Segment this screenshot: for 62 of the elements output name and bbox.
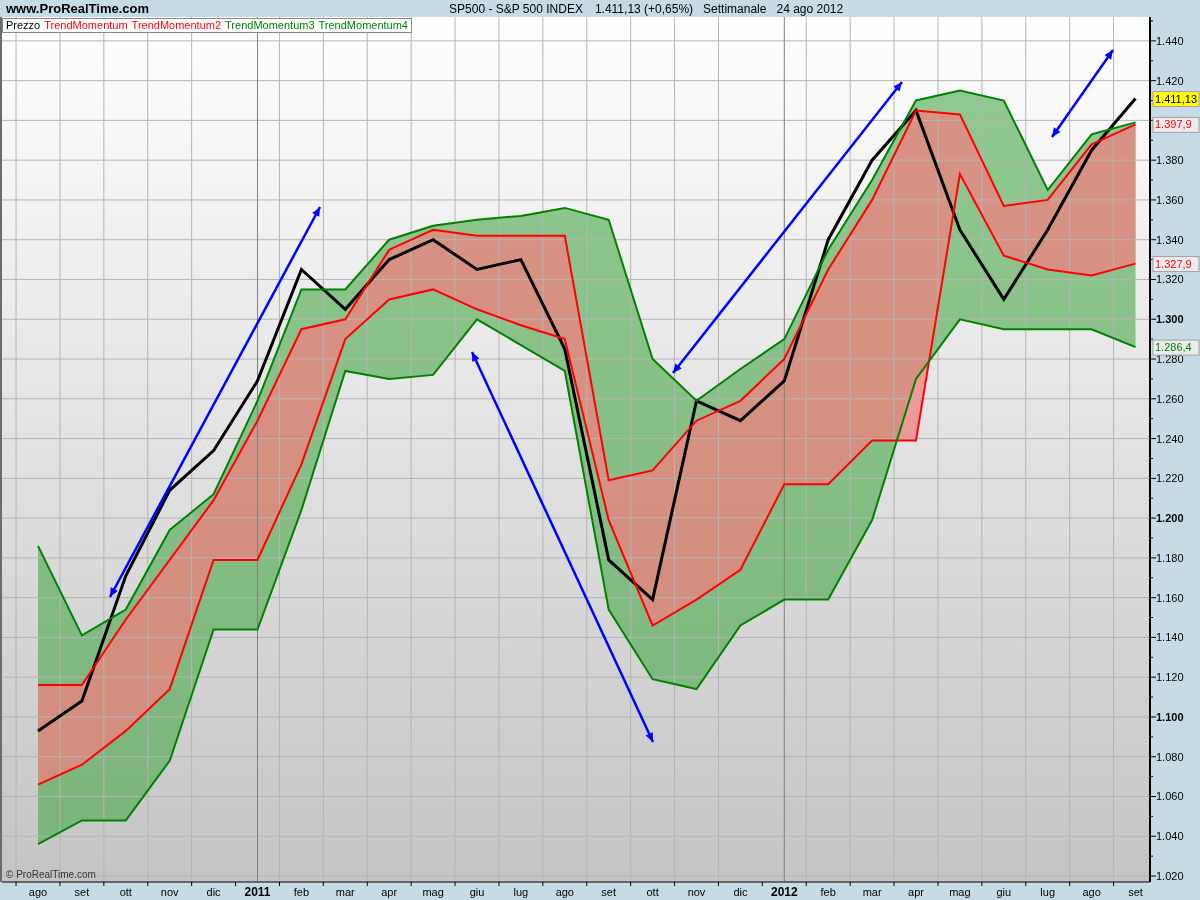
x-axis-label: 2011 xyxy=(244,885,271,899)
legend-item: TrendMomentum3 xyxy=(225,19,315,32)
legend-item: Prezzo xyxy=(6,19,41,32)
y-axis-label: 1.320 xyxy=(1156,273,1184,286)
y-axis-label: 1.060 xyxy=(1156,790,1184,803)
x-axis-label: lug xyxy=(1040,886,1056,898)
y-axis-label: 1.260 xyxy=(1156,392,1184,405)
y-axis-label: 1.220 xyxy=(1156,472,1184,485)
price-tag: 1.411,13 xyxy=(1152,91,1200,108)
legend-item: TrendMomentum2 xyxy=(131,19,222,32)
y-axis-label: 1.160 xyxy=(1156,591,1184,604)
x-axis-label: apr xyxy=(908,886,924,898)
x-axis-label: 2012 xyxy=(770,885,798,899)
y-axis-label: 1.440 xyxy=(1156,34,1184,47)
y-axis-label: 1.040 xyxy=(1156,830,1184,843)
x-axis-label: set xyxy=(1128,886,1143,898)
x-axis-label: feb xyxy=(820,886,836,898)
x-axis-label: ago xyxy=(1082,886,1101,898)
x-axis-label: set xyxy=(74,886,90,898)
y-axis-label: 1.380 xyxy=(1156,154,1184,167)
price-tag: 1.397,9 xyxy=(1152,116,1200,133)
y-axis-label: 1.300 xyxy=(1156,313,1184,326)
x-axis-label: apr xyxy=(381,886,398,898)
x-axis-label: giu xyxy=(469,886,485,898)
x-axis-label: mar xyxy=(862,886,882,898)
instrument-name: SP500 - S&P 500 INDEX xyxy=(449,1,583,16)
y-axis-label: 1.100 xyxy=(1156,710,1184,723)
y-axis-label: 1.420 xyxy=(1156,74,1184,87)
x-axis-label: mag xyxy=(949,886,971,898)
period-label: Settimanale xyxy=(703,1,767,16)
x-axis-label: ago xyxy=(555,886,574,898)
x-axis-label: mar xyxy=(335,886,355,898)
legend-item: TrendMomentum xyxy=(44,19,128,32)
y-axis-label: 1.340 xyxy=(1156,233,1184,246)
x-axis-label: set xyxy=(601,886,617,898)
y-axis-label: 1.020 xyxy=(1156,870,1184,883)
x-axis-label: nov xyxy=(687,886,706,898)
x-axis-label: feb xyxy=(293,886,310,898)
y-axis-label: 1.280 xyxy=(1156,353,1184,365)
legend-item: TrendMomentum4 xyxy=(318,19,408,32)
x-axis-label: dic xyxy=(206,886,221,898)
quote-value: 1.411,13 (+0,65%) xyxy=(594,1,694,16)
y-axis-label: 1.080 xyxy=(1156,750,1184,763)
y-axis-label: 1.180 xyxy=(1156,551,1184,564)
y-axis-label: 1.240 xyxy=(1156,432,1184,445)
y-axis-label: 1.200 xyxy=(1156,512,1184,525)
site-address: www.ProRealTime.com xyxy=(6,1,150,16)
x-axis-label: nov xyxy=(160,886,179,898)
y-axis-label: 1.140 xyxy=(1156,631,1184,644)
date-label: 24 ago 2012 xyxy=(776,1,844,16)
credit-text: © ProRealTime.com xyxy=(6,869,96,880)
x-axis-label: dic xyxy=(733,886,748,898)
price-tag: 1.286,4 xyxy=(1152,339,1200,356)
y-axis-label: 1.360 xyxy=(1156,193,1184,206)
x-axis-label: ott xyxy=(119,886,132,898)
x-axis-label: mag xyxy=(422,886,444,898)
x-axis-label: ago xyxy=(28,886,48,898)
y-axis-label: 1.120 xyxy=(1156,671,1184,684)
x-axis-label: giu xyxy=(996,886,1012,898)
x-axis-label: ott xyxy=(646,886,659,898)
x-axis-label: lug xyxy=(513,886,529,898)
price-tag: 1.327,9 xyxy=(1152,256,1200,273)
